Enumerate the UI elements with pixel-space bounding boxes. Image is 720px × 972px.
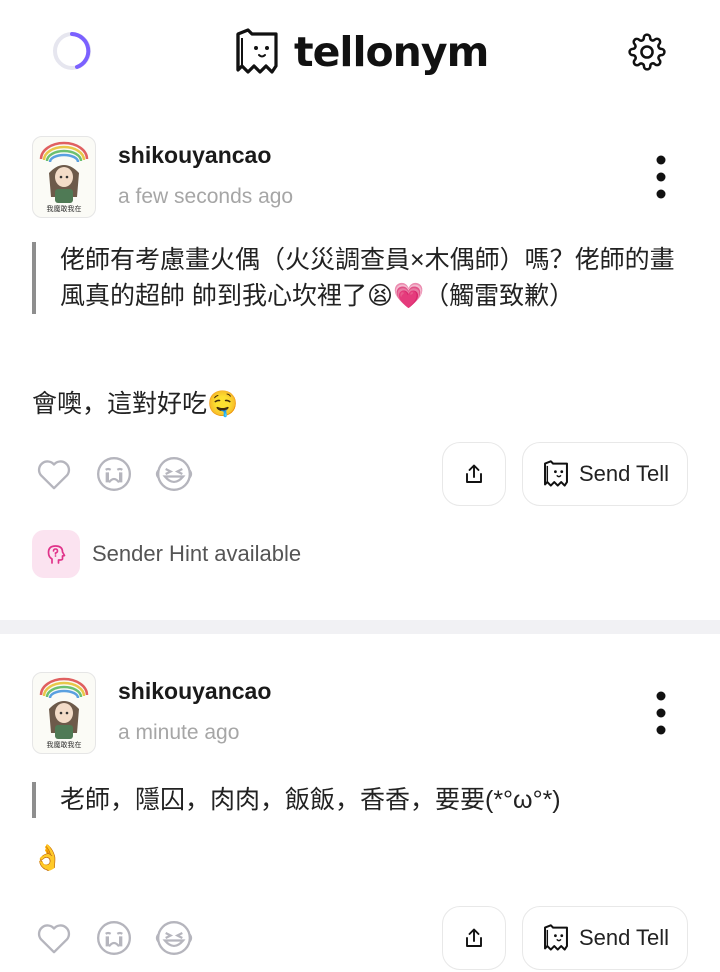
laughing-face-icon[interactable] — [154, 918, 194, 958]
share-button[interactable] — [442, 906, 506, 970]
avatar-illustration: 我魔敢我在 — [39, 677, 89, 749]
reaction-row — [34, 918, 214, 958]
sender-hint[interactable]: Sender Hint available — [32, 530, 301, 578]
avatar[interactable]: 我魔敢我在 — [32, 136, 96, 218]
post-time: a minute ago — [118, 721, 240, 744]
answer-text: 會噢，這對好吃🤤 — [32, 390, 239, 418]
post-card: 我魔敢我在 shikouyancao a minute ago 老師，隱囚，肉肉… — [0, 634, 720, 972]
tellonym-logo-icon — [236, 28, 278, 74]
send-tell-button[interactable]: Send Tell — [522, 442, 688, 506]
share-button[interactable] — [442, 442, 506, 506]
share-icon — [466, 928, 482, 947]
question-text: 老師，隱囚，肉肉，飯飯，香香，要要(*°ω°*) — [32, 782, 688, 818]
heart-icon[interactable] — [34, 918, 74, 958]
tellonym-logo-icon — [543, 460, 568, 487]
send-tell-label: Send Tell — [578, 925, 670, 950]
avatar-illustration: 我魔敢我在 — [39, 141, 89, 213]
sender-hint-text: Sender Hint available — [92, 541, 302, 566]
post-username[interactable]: shikouyancao — [118, 142, 271, 169]
gear-icon[interactable] — [628, 33, 666, 71]
app-header: tellonym — [0, 0, 720, 104]
post-username[interactable]: shikouyancao — [118, 678, 271, 705]
app-logo-text: tellonym — [294, 28, 489, 76]
post-time: a few seconds ago — [118, 185, 294, 208]
heart-icon[interactable] — [34, 454, 74, 494]
post-separator — [0, 620, 720, 634]
more-vertical-icon[interactable] — [648, 690, 674, 736]
send-tell-button[interactable]: Send Tell — [522, 906, 688, 970]
avatar-caption: 我魔敢我在 — [47, 740, 82, 749]
question-text: 佬師有考慮畫火偶（火災調查員×木偶師）嗎？佬師的畫風真的超帥 帥到我心坎裡了😫💗… — [32, 242, 688, 314]
send-tell-label: Send Tell — [578, 461, 670, 486]
sender-hint-icon — [32, 530, 80, 578]
crying-face-icon[interactable] — [94, 918, 134, 958]
laughing-face-icon[interactable] — [154, 454, 194, 494]
tellonym-logo-icon — [543, 924, 568, 951]
post-card: 我魔敢我在 shikouyancao a few seconds ago 佬師有… — [0, 104, 720, 620]
loading-spinner-icon — [53, 32, 91, 70]
answer-text: 👌 — [32, 844, 64, 872]
reaction-row — [34, 454, 214, 494]
share-icon — [466, 464, 482, 483]
avatar[interactable]: 我魔敢我在 — [32, 672, 96, 754]
app-logo[interactable]: tellonym — [232, 24, 489, 80]
crying-face-icon[interactable] — [94, 454, 134, 494]
more-vertical-icon[interactable] — [648, 154, 674, 200]
avatar-caption: 我魔敢我在 — [47, 204, 82, 213]
